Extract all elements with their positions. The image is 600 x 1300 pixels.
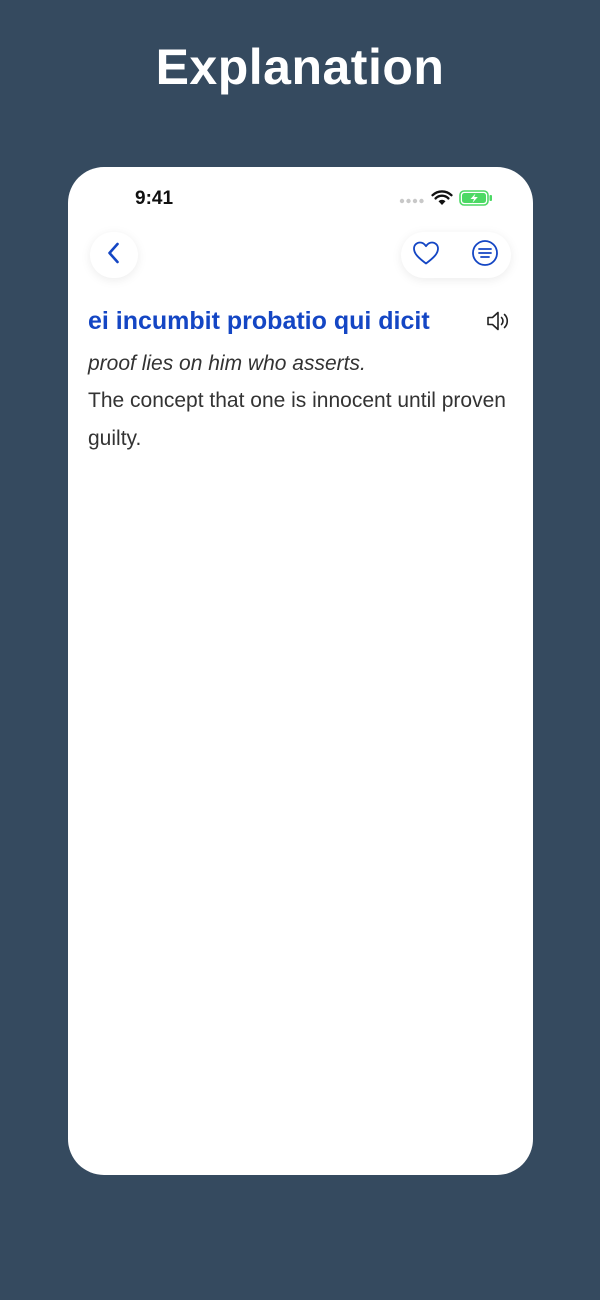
signal-dots-icon <box>399 192 425 210</box>
term-title: ei incumbit probatio qui dicit <box>88 307 430 335</box>
entry-content: ei incumbit probatio qui dicit proof lie… <box>88 305 513 458</box>
status-icons <box>399 190 493 211</box>
speaker-icon <box>486 309 512 338</box>
status-time: 9:41 <box>135 188 174 209</box>
wifi-icon <box>431 190 453 211</box>
term-translation: proof lies on him who asserts. <box>88 352 366 375</box>
favorite-button[interactable] <box>403 232 449 278</box>
chevron-left-icon <box>106 241 122 270</box>
battery-charging-icon <box>459 190 493 211</box>
nav-bar <box>68 231 533 281</box>
term-row: ei incumbit probatio qui dicit <box>88 305 513 345</box>
heart-icon <box>412 240 440 271</box>
phone-screen: 9:41 ei incumbit probatio qui dicit proo… <box>68 167 533 1175</box>
app-store-screenshot: Explanation 9:41 ei incumbit probatio qu… <box>0 0 600 1300</box>
back-button[interactable] <box>90 232 138 278</box>
status-bar: 9:41 <box>68 167 533 227</box>
promo-title: Explanation <box>155 39 445 95</box>
list-circle-icon <box>471 239 499 272</box>
pronounce-button[interactable] <box>485 309 513 337</box>
menu-button[interactable] <box>462 232 508 278</box>
term-explanation: The concept that one is innocent until p… <box>88 389 506 450</box>
action-pill <box>401 232 511 278</box>
